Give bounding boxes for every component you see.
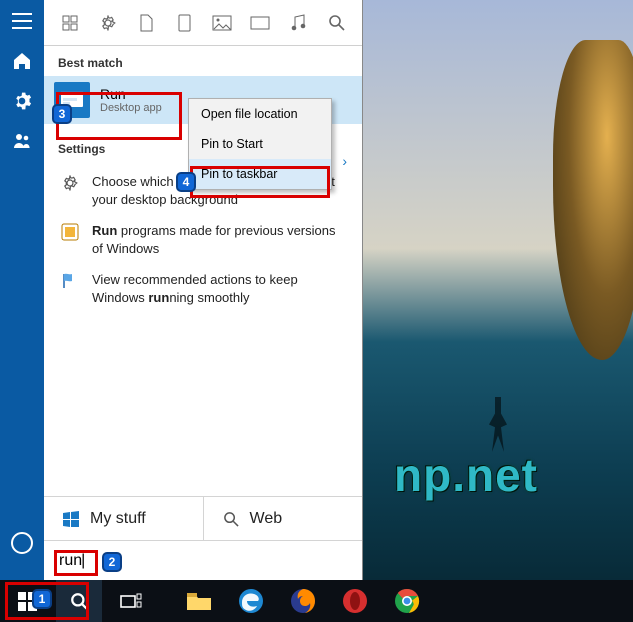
menu-pin-to-taskbar[interactable]: Pin to taskbar bbox=[189, 159, 331, 189]
search-results-column: Best match Run Desktop app Settings Choo… bbox=[44, 0, 363, 580]
search-scope-row: My stuff Web bbox=[44, 496, 362, 540]
flag-icon bbox=[60, 271, 80, 291]
gear-icon bbox=[60, 173, 80, 193]
search-box[interactable]: run bbox=[44, 540, 362, 580]
documents-filter-icon[interactable] bbox=[136, 13, 156, 33]
scope-label: Web bbox=[250, 510, 283, 528]
setting-item-compat[interactable]: Run programs made for previous versions … bbox=[44, 215, 362, 264]
best-match-subtitle: Desktop app bbox=[100, 102, 162, 114]
filter-bar bbox=[44, 0, 362, 46]
search-icon bbox=[222, 510, 240, 528]
home-icon[interactable] bbox=[11, 50, 33, 72]
edge-taskbar-icon[interactable] bbox=[228, 580, 274, 622]
cortana-icon[interactable] bbox=[11, 532, 33, 554]
setting-item-text: View recommended actions to keep Windows… bbox=[92, 271, 346, 306]
search-input[interactable]: run bbox=[56, 550, 88, 572]
best-match-label: Best match bbox=[44, 46, 362, 76]
chrome-taskbar-icon[interactable] bbox=[384, 580, 430, 622]
menu-open-file-location[interactable]: Open file location bbox=[189, 99, 331, 129]
tablet-filter-icon[interactable] bbox=[174, 13, 194, 33]
scope-web[interactable]: Web bbox=[204, 497, 363, 540]
scope-label: My stuff bbox=[90, 510, 146, 528]
search-filter-icon[interactable] bbox=[326, 13, 346, 33]
taskbar bbox=[0, 580, 633, 622]
start-search-panel: Best match Run Desktop app Settings Choo… bbox=[0, 0, 363, 580]
photos-filter-icon[interactable] bbox=[212, 13, 232, 33]
explorer-taskbar-icon[interactable] bbox=[176, 580, 222, 622]
run-app-icon bbox=[54, 82, 90, 118]
hamburger-icon[interactable] bbox=[11, 10, 33, 32]
taskview-button[interactable] bbox=[108, 580, 154, 622]
start-rail bbox=[0, 0, 44, 580]
video-filter-icon[interactable] bbox=[250, 13, 270, 33]
scope-my-stuff[interactable]: My stuff bbox=[44, 497, 204, 540]
compat-icon bbox=[60, 222, 80, 242]
chevron-right-icon: › bbox=[342, 153, 347, 169]
firefox-taskbar-icon[interactable] bbox=[280, 580, 326, 622]
opera-taskbar-icon[interactable] bbox=[332, 580, 378, 622]
people-icon[interactable] bbox=[11, 130, 33, 152]
recent-filter-icon[interactable] bbox=[60, 13, 80, 33]
watermark-text: np.net bbox=[394, 448, 538, 502]
context-menu: Open file location Pin to Start Pin to t… bbox=[188, 98, 332, 190]
best-match-title: Run bbox=[100, 86, 162, 102]
windows-logo-icon bbox=[62, 510, 80, 528]
start-button[interactable] bbox=[4, 580, 50, 622]
music-filter-icon[interactable] bbox=[288, 13, 308, 33]
taskbar-search-button[interactable] bbox=[56, 580, 102, 622]
gear-icon[interactable] bbox=[11, 90, 33, 112]
settings-filter-icon[interactable] bbox=[98, 13, 118, 33]
setting-item-text: Run programs made for previous versions … bbox=[92, 222, 346, 257]
setting-item-maintenance[interactable]: View recommended actions to keep Windows… bbox=[44, 264, 362, 313]
menu-pin-to-start[interactable]: Pin to Start bbox=[189, 129, 331, 159]
